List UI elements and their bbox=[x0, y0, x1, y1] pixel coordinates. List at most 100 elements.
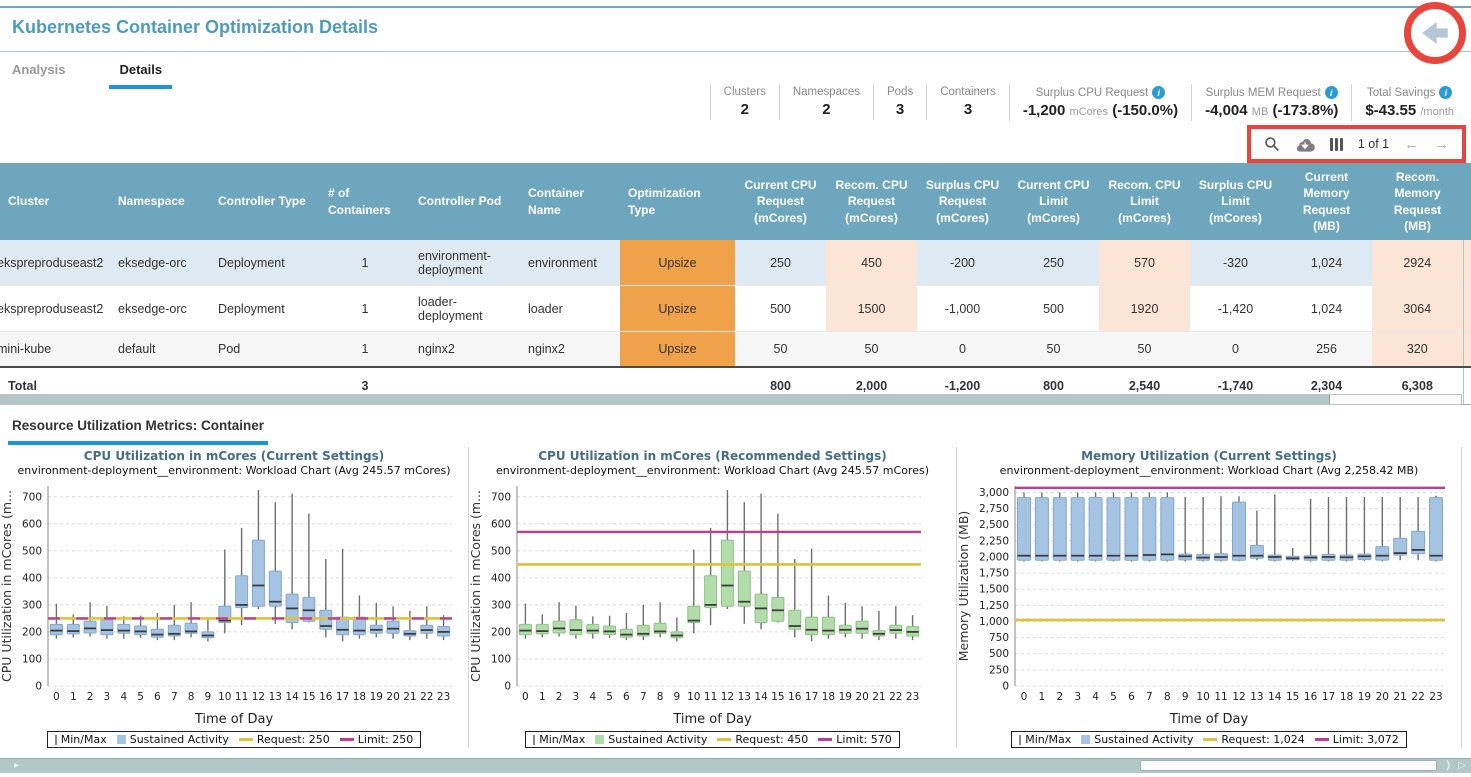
columns-icon[interactable] bbox=[1330, 138, 1343, 151]
stat-label: Pods bbox=[887, 86, 913, 98]
table-cell-rec_mem_req: 3064 bbox=[1372, 286, 1463, 332]
x-axis-label: Time of Day bbox=[957, 712, 1461, 727]
column-header-sur_cpu_lim[interactable]: Surplus CPU Limit (mCores) bbox=[1190, 163, 1281, 240]
table-cell-namespace: default bbox=[110, 332, 210, 368]
stat-containers: Containers3 bbox=[926, 84, 1009, 120]
stat-value: $-43.55 /month bbox=[1365, 102, 1454, 119]
stat-value: 3 bbox=[940, 101, 996, 118]
column-header-optimization_type[interactable]: Optimization Type bbox=[620, 163, 735, 240]
column-header-controller_pod[interactable]: Controller Pod bbox=[410, 163, 520, 240]
svg-text:2: 2 bbox=[1056, 691, 1063, 703]
column-header-cur_cpu_lim[interactable]: Current CPU Limit (mCores) bbox=[1008, 163, 1099, 240]
svg-text:600: 600 bbox=[491, 518, 511, 530]
charts-section: Resource Utilization Metrics: Container … bbox=[0, 408, 1471, 757]
svg-text:6: 6 bbox=[1128, 691, 1135, 703]
svg-text:19: 19 bbox=[370, 691, 383, 703]
page-scrollbar-thumb[interactable] bbox=[1140, 760, 1437, 771]
svg-text:1,750: 1,750 bbox=[979, 568, 1009, 580]
info-icon[interactable]: i bbox=[1325, 86, 1338, 99]
table-cell-num_containers: 1 bbox=[320, 332, 410, 368]
svg-text:17: 17 bbox=[1322, 691, 1335, 703]
table-cell-cluster: ekspreproduseast2 bbox=[0, 286, 110, 332]
svg-text:CPU Utilization in mCores (m..: CPU Utilization in mCores (m... bbox=[469, 490, 483, 682]
stat-total-savings: Total Savings i$-43.55 /month bbox=[1351, 84, 1467, 121]
svg-text:200: 200 bbox=[22, 626, 42, 638]
table-cell-container_name: environment bbox=[520, 240, 620, 286]
prev-page-arrow[interactable]: ← bbox=[1404, 136, 1419, 153]
table-cell-rec_mem_req: 2924 bbox=[1372, 240, 1463, 286]
svg-text:19: 19 bbox=[839, 691, 852, 703]
svg-text:100: 100 bbox=[491, 654, 511, 666]
svg-text:12: 12 bbox=[1232, 691, 1245, 703]
column-header-rec_cpu_req[interactable]: Recom. CPU Request (mCores) bbox=[826, 163, 917, 240]
svg-text:22: 22 bbox=[1411, 691, 1424, 703]
column-header-rec_mem_req[interactable]: Recom. Memory Request (MB) bbox=[1372, 163, 1463, 240]
table-cell-namespace: eksedge-orc bbox=[110, 286, 210, 332]
svg-text:16: 16 bbox=[1304, 691, 1318, 703]
next-page-arrow[interactable]: → bbox=[1434, 136, 1449, 153]
column-header-sur_cpu_req[interactable]: Surplus CPU Request (mCores) bbox=[917, 163, 1008, 240]
svg-text:6: 6 bbox=[623, 691, 630, 703]
boxplot-svg: 02505007501,0001,2501,5001,7502,0002,250… bbox=[957, 480, 1455, 712]
table-toolbar: 1 of 1 ← → bbox=[1264, 136, 1449, 153]
svg-text:500: 500 bbox=[491, 545, 511, 557]
svg-text:0: 0 bbox=[1021, 691, 1028, 703]
optimization-table-area: ClusterNamespaceController Type# of Cont… bbox=[0, 163, 1471, 405]
svg-text:13: 13 bbox=[738, 691, 751, 703]
tab-bar: Analysis Details bbox=[12, 56, 172, 89]
svg-text:400: 400 bbox=[491, 572, 511, 584]
stat-value: -1,200 mCores (-150.0%) bbox=[1023, 102, 1178, 119]
table-scrollbar-thumb[interactable] bbox=[1, 395, 1330, 404]
search-icon[interactable] bbox=[1264, 136, 1280, 152]
scroll-left-hint-arrow[interactable]: ▸ bbox=[14, 760, 19, 771]
table-cell-rec_cpu_lim: 1920 bbox=[1099, 286, 1190, 332]
info-icon[interactable]: i bbox=[1439, 86, 1452, 99]
svg-text:250: 250 bbox=[989, 664, 1009, 676]
svg-text:19: 19 bbox=[1358, 691, 1371, 703]
tab-analysis[interactable]: Analysis bbox=[12, 56, 75, 89]
chart-subtitle: environment-deployment__environment: Wor… bbox=[469, 464, 956, 477]
svg-text:200: 200 bbox=[491, 626, 511, 638]
tab-details[interactable]: Details bbox=[109, 56, 172, 89]
cloud-download-icon[interactable] bbox=[1295, 137, 1315, 152]
svg-text:21: 21 bbox=[403, 691, 416, 703]
toolbar-highlight-box: 1 of 1 ← → bbox=[1247, 125, 1466, 163]
chart-panel-memory-current: Memory Utilization (Current Settings) en… bbox=[957, 447, 1462, 748]
back-button-highlight-circle bbox=[1404, 2, 1466, 64]
svg-text:2,250: 2,250 bbox=[979, 535, 1009, 547]
back-button[interactable] bbox=[1418, 16, 1452, 50]
table-cell-rec_cpu_lim: 570 bbox=[1099, 240, 1190, 286]
svg-text:13: 13 bbox=[269, 691, 282, 703]
chart-subtitle: environment-deployment__environment: Wor… bbox=[957, 464, 1461, 477]
svg-text:9: 9 bbox=[674, 691, 681, 703]
table-cell-sliver bbox=[1463, 286, 1471, 332]
column-header-cluster[interactable]: Cluster bbox=[0, 163, 110, 240]
column-header-cur_cpu_req[interactable]: Current CPU Request (mCores) bbox=[735, 163, 826, 240]
svg-text:0: 0 bbox=[1002, 681, 1009, 693]
svg-text:15: 15 bbox=[1286, 691, 1299, 703]
column-header-container_name[interactable]: Container Name bbox=[520, 163, 620, 240]
column-header-rec_cpu_lim[interactable]: Recom. CPU Limit (mCores) bbox=[1099, 163, 1190, 240]
svg-text:4: 4 bbox=[120, 691, 127, 703]
page-horizontal-scrollbar[interactable]: ▸ ❭ ▷ bbox=[0, 758, 1471, 773]
scroll-right-arrow[interactable]: ▷ bbox=[1458, 760, 1466, 771]
optimization-table: ClusterNamespaceController Type# of Cont… bbox=[0, 163, 1471, 405]
column-header-num_containers[interactable]: # of Containers bbox=[320, 163, 410, 240]
column-header-controller_type[interactable]: Controller Type bbox=[210, 163, 320, 240]
column-header-cur_mem_req[interactable]: Current Memory Request (MB) bbox=[1281, 163, 1372, 240]
stat-surplus-mem-request: Surplus MEM Request i-4,004 MB (-173.8%) bbox=[1191, 84, 1351, 121]
table-cell-sur_cpu_lim: -1,420 bbox=[1190, 286, 1281, 332]
stat-clusters: Clusters2 bbox=[710, 84, 779, 120]
table-horizontal-scrollbar[interactable] bbox=[0, 394, 1462, 405]
svg-text:1: 1 bbox=[70, 691, 77, 703]
resource-metrics-tab[interactable]: Resource Utilization Metrics: Container bbox=[8, 418, 268, 445]
table-cell-cur_cpu_req: 500 bbox=[735, 286, 826, 332]
chart-panel-cpu-recommended: CPU Utilization in mCores (Recommended S… bbox=[469, 447, 957, 748]
svg-text:Memory Utilization (MB): Memory Utilization (MB) bbox=[957, 511, 971, 662]
stat-label: Clusters bbox=[724, 86, 766, 98]
table-cell-optimization_type: Upsize bbox=[620, 286, 735, 332]
info-icon[interactable]: i bbox=[1152, 86, 1165, 99]
legend-limit: Limit: 250 bbox=[340, 733, 413, 746]
column-header-namespace[interactable]: Namespace bbox=[110, 163, 210, 240]
table-cell-rec_cpu_req: 450 bbox=[826, 240, 917, 286]
